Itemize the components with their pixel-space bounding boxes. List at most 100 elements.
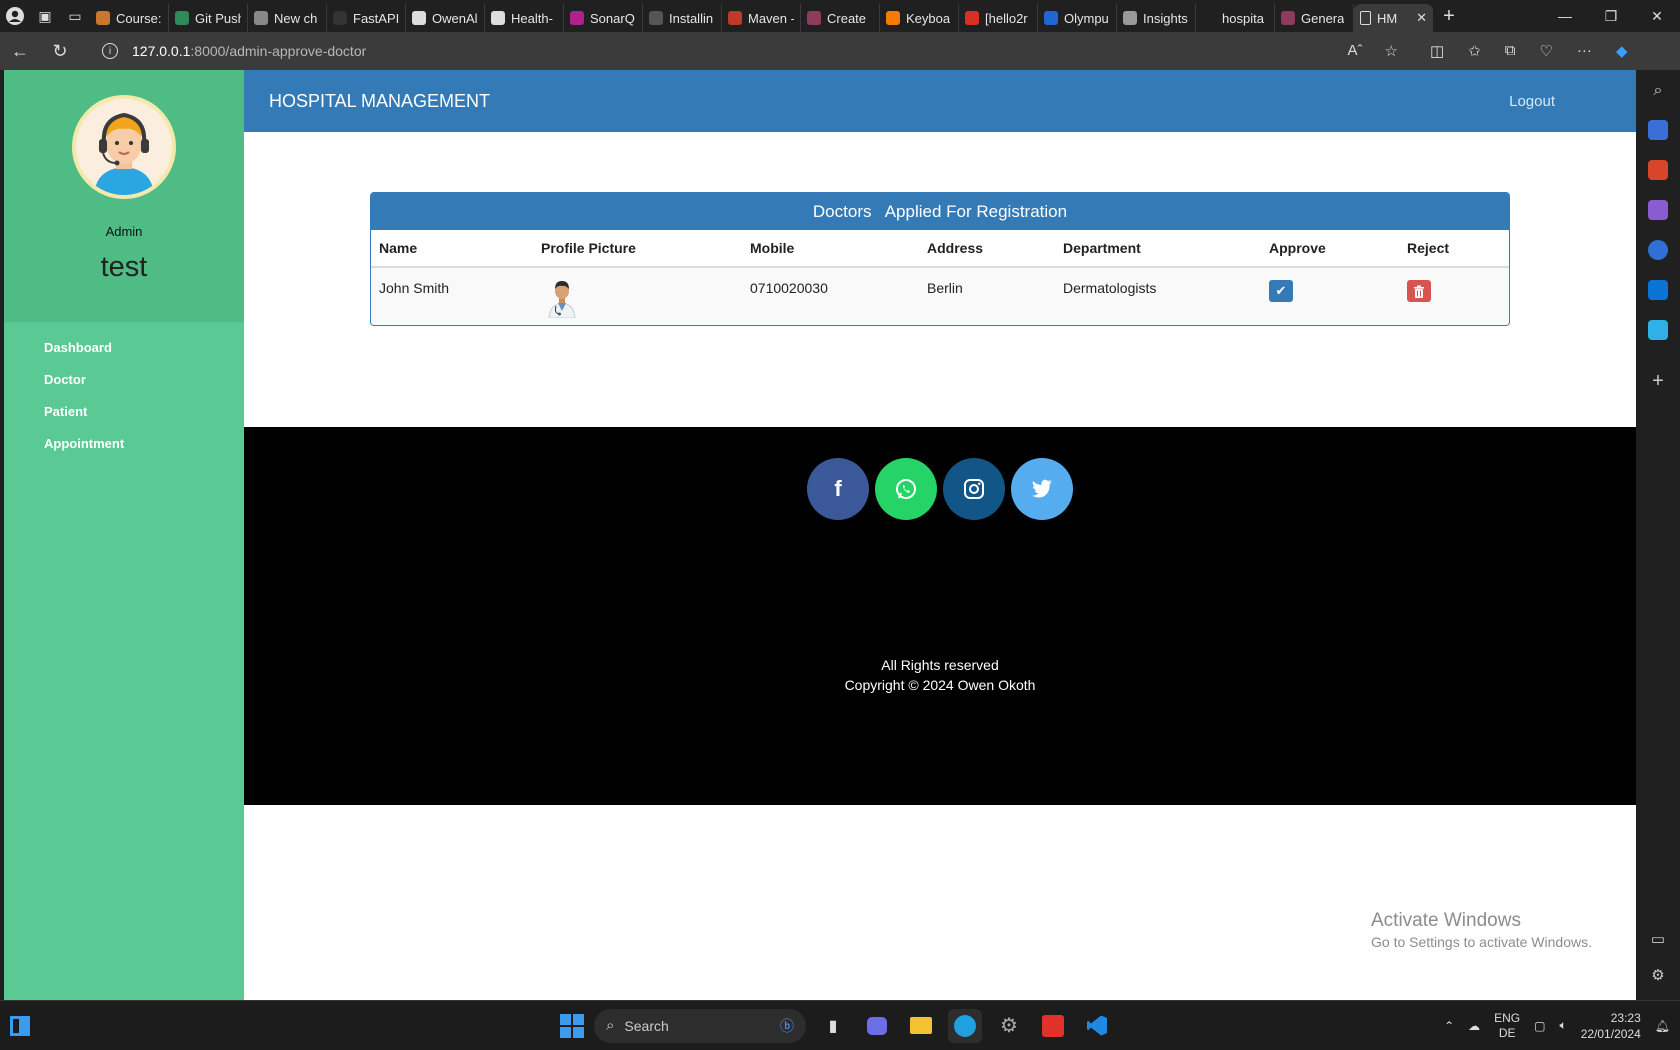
browser-tab[interactable]: FastAPI: [327, 4, 406, 32]
browser-tab[interactable]: New ch: [248, 4, 327, 32]
browser-tab[interactable]: Genera: [1275, 4, 1354, 32]
tab-active[interactable]: HM ✕: [1354, 4, 1433, 32]
collections-icon[interactable]: ⧉: [1505, 42, 1516, 60]
favorites-icon[interactable]: ✩: [1468, 42, 1481, 60]
main-content: HOSPITAL MANAGEMENT Logout Doctors Appli…: [244, 70, 1636, 1000]
new-tab-button[interactable]: +: [1433, 2, 1465, 30]
copilot-icon[interactable]: ◆: [1616, 42, 1628, 60]
lang-bottom: DE: [1498, 1025, 1516, 1040]
tab-title: Olympu: [1064, 10, 1109, 26]
browser-tab[interactable]: Insights: [1117, 4, 1196, 32]
minimize-button[interactable]: —: [1542, 8, 1588, 25]
outlook-icon[interactable]: [1648, 280, 1668, 300]
search-icon[interactable]: ⌕: [1654, 82, 1663, 100]
browser-tab[interactable]: Installin: [643, 4, 722, 32]
taskbar-search[interactable]: ⌕ Search ⓑ: [594, 1008, 806, 1043]
tab-title: Git Push: [195, 10, 241, 26]
web-page: Admin test Dashboard Doctor Patient Appo…: [4, 70, 1636, 1000]
browser-tab[interactable]: Health-: [485, 4, 564, 32]
volume-icon[interactable]: 🔈︎: [1560, 1018, 1567, 1033]
activation-watermark: Activate Windows Go to Settings to activ…: [1371, 910, 1592, 950]
top-navbar: HOSPITAL MANAGEMENT Logout: [244, 70, 1636, 132]
settings-icon[interactable]: ⚙: [992, 1009, 1026, 1043]
network-icon[interactable]: ▢: [1534, 1019, 1545, 1033]
games-icon[interactable]: [1648, 200, 1668, 220]
browser-tab[interactable]: Olympu: [1038, 4, 1117, 32]
browser-tab[interactable]: Course:: [90, 4, 169, 32]
chat-icon[interactable]: [860, 1009, 894, 1043]
more-menu-icon[interactable]: ···: [1577, 42, 1592, 60]
checkmark-icon: ✔: [1275, 283, 1287, 298]
start-button[interactable]: [560, 1013, 584, 1038]
sidebar-item-patient[interactable]: Patient: [4, 396, 244, 428]
approve-button[interactable]: ✔: [1269, 280, 1293, 302]
lang-top: ENG: [1494, 1010, 1521, 1025]
refresh-button[interactable]: ↻: [40, 35, 80, 67]
clock[interactable]: 23:23 22/01/2024: [1581, 1010, 1641, 1042]
hide-sidebar-icon[interactable]: ▭: [1651, 930, 1665, 948]
url-path: :8000/admin-approve-doctor: [190, 43, 367, 59]
read-aloud-icon[interactable]: Aˆ: [1348, 42, 1363, 60]
widgets-icon[interactable]: [0, 1015, 40, 1037]
add-sidebar-app-icon[interactable]: +: [1652, 370, 1664, 393]
language-indicator[interactable]: ENG DE: [1494, 1011, 1520, 1041]
close-window-button[interactable]: ✕: [1634, 8, 1680, 25]
chevron-up-icon[interactable]: ⌃: [1444, 1019, 1454, 1033]
sidebar-item-dashboard[interactable]: Dashboard: [4, 332, 244, 364]
vscode-icon[interactable]: [1080, 1009, 1114, 1043]
drop-icon[interactable]: [1648, 320, 1668, 340]
browser-essentials-icon[interactable]: ♡: [1539, 42, 1552, 60]
browser-tab[interactable]: Keyboa: [880, 4, 959, 32]
windows-taskbar: ⌕ Search ⓑ ▮ ⚙ ⌃ ☁ ENG DE ▢ 🔈︎ 23:23 22/…: [0, 1000, 1680, 1050]
brand-title[interactable]: HOSPITAL MANAGEMENT: [269, 91, 490, 112]
footer-text: All Rights reserved Copyright © 2024 Owe…: [244, 655, 1636, 695]
split-screen-icon[interactable]: ◫: [1430, 42, 1444, 60]
watermark-subtitle: Go to Settings to activate Windows.: [1371, 934, 1592, 950]
restore-button[interactable]: ❐: [1588, 8, 1634, 25]
site-info-icon[interactable]: i: [102, 43, 118, 59]
workspaces-icon[interactable]: ▣: [30, 0, 60, 32]
microsoft365-icon[interactable]: [1648, 240, 1668, 260]
favorite-star-icon[interactable]: ☆: [1385, 42, 1398, 60]
profile-section: Admin test: [4, 70, 244, 322]
settings-gear-icon[interactable]: ⚙: [1651, 966, 1664, 984]
back-button[interactable]: ←: [0, 35, 40, 67]
browser-tab[interactable]: hospita: [1196, 4, 1275, 32]
column-header-approve: Approve: [1261, 230, 1399, 268]
whatsapp-icon[interactable]: [875, 458, 937, 520]
anydesk-icon[interactable]: [1036, 1009, 1070, 1043]
tab-title: FastAPI: [353, 10, 399, 26]
table-row: John Smith 0710020030 Berlin Dermatologi…: [371, 267, 1509, 325]
tools-icon[interactable]: [1648, 160, 1668, 180]
reject-button[interactable]: [1407, 280, 1431, 302]
profile-icon[interactable]: [0, 0, 30, 32]
file-explorer-icon[interactable]: [904, 1009, 938, 1043]
tab-favicon-icon: [1044, 11, 1058, 25]
twitter-icon[interactable]: [1011, 458, 1073, 520]
address-field[interactable]: i 127.0.0.1:8000/admin-approve-doctor Aˆ…: [90, 36, 1410, 66]
facebook-icon[interactable]: f: [807, 458, 869, 520]
browser-tab[interactable]: Create: [801, 4, 880, 32]
task-view-icon[interactable]: ▮: [816, 1009, 850, 1043]
notification-bell-icon[interactable]: 🔔︎: [1655, 1019, 1670, 1033]
logout-link[interactable]: Logout: [1509, 93, 1555, 110]
instagram-icon[interactable]: [943, 458, 1005, 520]
onedrive-icon[interactable]: ☁: [1468, 1019, 1480, 1033]
browser-tab[interactable]: Maven -: [722, 4, 801, 32]
browser-tab[interactable]: Git Push: [169, 4, 248, 32]
tab-favicon-icon: [1123, 11, 1137, 25]
watermark-title: Activate Windows: [1371, 910, 1521, 931]
sidebar-item-doctor[interactable]: Doctor: [4, 364, 244, 396]
tab-title: SonarQ: [590, 10, 635, 26]
browser-tab[interactable]: OwenAl: [406, 4, 485, 32]
tab-favicon-icon: [254, 11, 268, 25]
tab-favicon-icon: [1202, 11, 1216, 25]
close-tab-icon[interactable]: ✕: [1416, 10, 1427, 26]
role-label: Admin: [105, 224, 143, 239]
shopping-icon[interactable]: [1648, 120, 1668, 140]
browser-tab[interactable]: [hello2r: [959, 4, 1038, 32]
edge-browser-icon[interactable]: [948, 1008, 982, 1043]
tab-actions-icon[interactable]: ▭: [60, 0, 90, 32]
browser-tab[interactable]: SonarQ: [564, 4, 643, 32]
sidebar-item-appointment[interactable]: Appointment: [4, 428, 244, 460]
